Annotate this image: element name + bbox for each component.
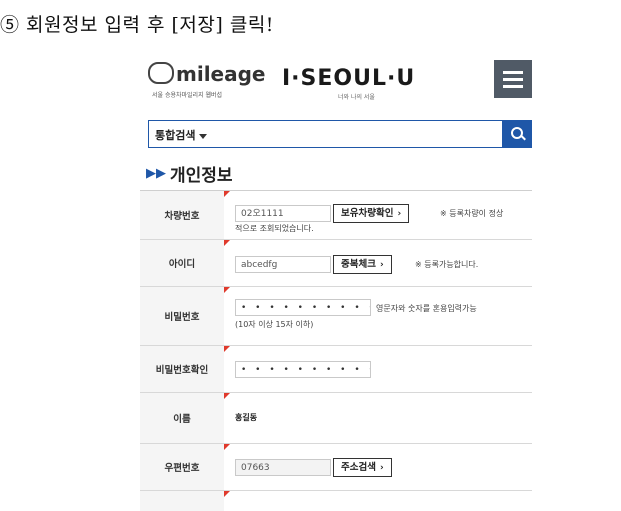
form-row-password: 비밀번호 • • • • • • • • • • • 영문자와 숫자를 혼용입력… xyxy=(140,287,532,346)
required-mark xyxy=(224,444,230,450)
search-scope-select[interactable]: 통합검색 xyxy=(155,127,208,143)
button-label: 보유차량확인 xyxy=(341,208,394,219)
mileage-logo-subtitle: 서울 승용차마일리지 웹버섭 xyxy=(152,92,223,99)
chevron-right-icon: › xyxy=(397,209,402,219)
chevron-right-icon: › xyxy=(379,260,384,270)
car-number-input[interactable]: 02오1111 xyxy=(235,205,331,222)
required-mark xyxy=(224,287,230,293)
form-row-password-confirm: 비밀번호확인 • • • • • • • • • • • xyxy=(140,346,532,393)
seoul-brand-logo: I·SEOUL·U xyxy=(282,66,416,91)
password-length-note: (10자 이상 15자 이하) xyxy=(235,320,314,329)
required-mark xyxy=(224,346,230,352)
mobile-screen: mileage 서울 승용차마일리지 웹버섭 I·SEOUL·U 너와 나의 서… xyxy=(140,60,532,511)
instruction-caption: ⑤ 회원정보 입력 후 [저장] 클릭! xyxy=(0,14,274,36)
name-value: 홍길동 xyxy=(235,413,258,422)
required-mark xyxy=(224,240,230,246)
mileage-logo-text: mileage xyxy=(176,62,266,86)
form-row-next xyxy=(140,491,532,511)
form-row-postcode: 우편번호 07663 주소검색 › xyxy=(140,444,532,491)
password-input[interactable]: • • • • • • • • • • • xyxy=(235,299,371,316)
password-confirm-input[interactable]: • • • • • • • • • • • xyxy=(235,361,371,378)
search-button[interactable] xyxy=(502,120,532,148)
form-row-name: 이름 홍길동 xyxy=(140,393,532,444)
site-header: mileage 서울 승용차마일리지 웹버섭 I·SEOUL·U 너와 나의 서… xyxy=(140,60,532,108)
menu-line-icon xyxy=(503,78,523,81)
field-label xyxy=(140,491,224,511)
double-arrow-icon: ▶▶ xyxy=(146,166,166,181)
search-scope-label: 통합검색 xyxy=(155,129,196,142)
car-check-note-2: 적으로 조회되었습니다. xyxy=(235,224,314,233)
required-mark xyxy=(224,393,230,399)
address-search-button[interactable]: 주소검색 › xyxy=(333,458,392,477)
car-check-note: ※ 등록차량이 정상 xyxy=(440,209,504,218)
speech-bubble-icon xyxy=(148,62,174,84)
chevron-right-icon: › xyxy=(379,463,384,473)
field-label: 아이디 xyxy=(140,240,224,286)
postcode-input[interactable]: 07663 xyxy=(235,459,331,476)
hamburger-menu-button[interactable] xyxy=(494,60,532,98)
duplicate-check-button[interactable]: 중복체크 › xyxy=(333,255,392,274)
field-label: 이름 xyxy=(140,393,224,443)
field-label: 비밀번호 xyxy=(140,287,224,345)
id-available-note: ※ 등록가능합니다. xyxy=(415,260,479,269)
field-label: 우편번호 xyxy=(140,444,224,490)
menu-line-icon xyxy=(503,85,523,88)
form-row-user-id: 아이디 abcedfg 중복체크 › ※ 등록가능합니다. xyxy=(140,240,532,287)
search-bar: 통합검색 xyxy=(148,120,532,148)
personal-info-form: 차량번호 02오1111 보유차량확인 › ※ 등록차량이 정상 적으로 조회되었… xyxy=(140,190,532,511)
search-icon-handle xyxy=(521,135,526,141)
button-label: 주소검색 xyxy=(341,462,376,473)
field-label: 비밀번호확인 xyxy=(140,346,224,392)
required-mark xyxy=(224,191,230,197)
form-row-car-number: 차량번호 02오1111 보유차량확인 › ※ 등록차량이 정상 적으로 조회되었… xyxy=(140,191,532,240)
field-label: 차량번호 xyxy=(140,191,224,239)
menu-line-icon xyxy=(503,71,523,74)
section-heading: ▶▶ 개인정보 xyxy=(146,161,233,186)
section-title: 개인정보 xyxy=(170,166,233,186)
mileage-logo[interactable]: mileage xyxy=(148,62,266,86)
user-id-input[interactable]: abcedfg xyxy=(235,256,331,273)
check-owned-car-button[interactable]: 보유차량확인 › xyxy=(333,204,410,223)
password-rule-note: 영문자와 숫자를 혼용입력가능 xyxy=(376,304,477,313)
button-label: 중복체크 xyxy=(341,259,376,270)
caret-down-icon xyxy=(199,133,208,139)
seoul-brand-subtitle: 너와 나의 서울 xyxy=(338,94,375,101)
required-mark xyxy=(224,491,230,497)
